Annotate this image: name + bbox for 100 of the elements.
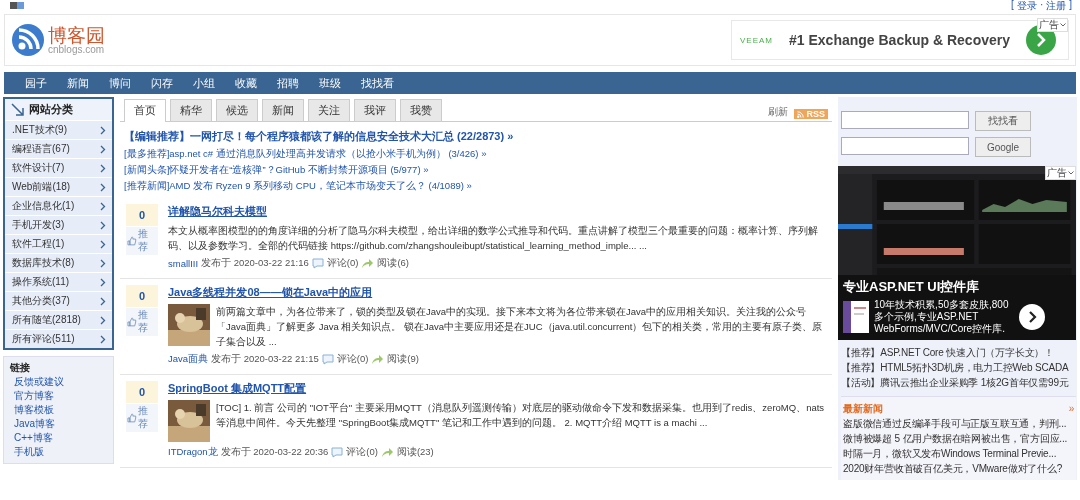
category-item[interactable]: 其他分类(37) [5, 291, 112, 310]
site-domain: cnblogs.com [48, 44, 105, 55]
vote-count: 0 [126, 285, 158, 307]
register-link[interactable]: 注册 [1046, 0, 1067, 13]
nav-link[interactable]: 班级 [310, 75, 350, 91]
thumbs-up-icon [127, 317, 137, 327]
category-item[interactable]: 操作系统(11) [5, 272, 112, 291]
category-item[interactable]: 编程语言(67) [5, 139, 112, 158]
thumbs-up-icon [127, 413, 137, 423]
nav-link[interactable]: 收藏 [226, 75, 266, 91]
author-link[interactable]: ITDragon龙 [168, 446, 218, 459]
comments-link[interactable]: 评论(0) [326, 257, 359, 270]
category-item[interactable]: 软件工程(1) [5, 234, 112, 253]
ad-headline: #1 Exchange Backup & Recovery [789, 32, 1010, 48]
publish-date: 发布于 2020-03-22 20:36 [220, 446, 329, 459]
sidebar-link[interactable]: 手机版 [10, 445, 107, 459]
sidebar-link[interactable]: Java博客 [10, 417, 107, 431]
panel-title: 网站分类 [29, 102, 73, 117]
news-link[interactable]: 盗版微信通过反编译手段可与正版互联互通，判刑... [843, 416, 1074, 431]
bracket: [ [1011, 0, 1014, 12]
category-item[interactable]: Web前端(18) [5, 177, 112, 196]
tab[interactable]: 新闻 [262, 99, 304, 121]
site-name: 博客园 [48, 25, 105, 45]
headline-link[interactable]: [推荐新闻]AMD 发布 Ryzen 9 系列移动 CPU，笔记本市场变天了么？ (4/1089) » [124, 179, 832, 192]
post-summary: 前两篇文章中，为各位带来了，锁的类型及锁在Java中的实现。接下来本文将为各位带来锁在Java中的应用相关知识。关注我的公众号「Java面典」了解更多 Java 相关知识点。 锁在Java中主要应用还是在JUC（java.util.concurrent）包下的相关类，常用的主要有原子类、原子集合以及 ... [216, 305, 824, 349]
nav-link[interactable]: 博问 [100, 75, 140, 91]
arrow-icon [11, 102, 25, 117]
caret-icon [1068, 171, 1074, 175]
post-summary: [TOC] 1. 前言 公司的 "IOT平台" 主要采用MQTT（消息队列遥测传输）对底层的驱动做命令下发和数据采集。也用到了redis、zeroMQ、nats等消息中间件。今天先整理 "SpringBoot集成MQTT" 笔记和工作中遇到的问题。 2. MQTT介绍 MQTT is a machi ... [216, 401, 826, 430]
separator: · [1039, 0, 1044, 12]
ad-tag[interactable]: 广告 [1037, 18, 1068, 32]
tab[interactable]: 我赞 [400, 99, 442, 121]
category-item[interactable]: 所有随笔(2818) [5, 310, 112, 329]
promo-link[interactable]: 【推荐】ASP.NET Core 快速入门（万字长文）！ [841, 346, 1076, 360]
thumbs-up-icon [127, 236, 137, 246]
sidebar-link[interactable]: 反馈或建议 [10, 375, 107, 389]
category-item[interactable]: 数据库技术(8) [5, 253, 112, 272]
search-field[interactable] [841, 137, 969, 155]
comment-icon [321, 354, 334, 365]
category-item[interactable]: 所有评论(511) [5, 329, 112, 348]
comment-icon [311, 258, 324, 269]
news-link[interactable]: 微博被爆超 5 亿用户数据在暗网被出售，官方回应... [843, 431, 1074, 446]
tab[interactable]: 首页 [124, 99, 166, 122]
sidebar-link[interactable]: 官方博客 [10, 389, 107, 403]
post-summary: 本文从概率图模型的的角度详细的分析了隐马尔科夫模型，给出详细的数学公式推导和代码。重点讲解了模型三个最重要的问题：概率计算、序列解码、以及参数学习。全部的代码链接 https://github.com/zhangshouleibupt/statistical_learning_method_imple... ... [168, 224, 819, 253]
panel-title: 链接 [10, 361, 31, 375]
share-arrow-icon [371, 354, 385, 365]
tab[interactable]: 我评 [354, 99, 396, 121]
comment-icon [331, 447, 344, 458]
reads-link[interactable]: 阅读(6) [377, 257, 409, 270]
search-field[interactable] [841, 111, 969, 129]
reads-link[interactable]: 阅读(23) [396, 446, 434, 459]
post-title[interactable]: 详解隐马尔科夫模型 [168, 204, 826, 219]
publish-date: 发布于 2020-03-22 21:16 [201, 257, 309, 270]
author-link[interactable]: Java面典 [168, 353, 209, 366]
category-item[interactable]: 手机开发(3) [5, 215, 112, 234]
vote-count: 0 [126, 381, 158, 403]
ad-tag[interactable]: 广告 [1045, 166, 1076, 180]
comments-link[interactable]: 评论(0) [336, 353, 369, 366]
ad-text: 10年技术积累,50多套皮肤,800多个示例,专业ASP.NET WebForms/MVC/Core控件库. [874, 299, 1010, 335]
panel-title: 最新新闻 [843, 402, 883, 416]
comments-link[interactable]: 评论(0) [346, 446, 378, 459]
news-link[interactable]: 时隔一月，微软又发布Windows Terminal Previe... [843, 446, 1074, 461]
headline-link[interactable]: 【编辑推荐】一网打尽！每个程序猿都该了解的信息安全技术大汇总 (22/2873) » [124, 128, 832, 144]
publish-date: 发布于 2020-03-22 21:15 [211, 353, 319, 366]
category-item[interactable]: 软件设计(7) [5, 158, 112, 177]
chevron-right-icon[interactable] [1019, 304, 1045, 330]
nav-link[interactable]: 小组 [184, 75, 224, 91]
search-button[interactable]: Google [975, 137, 1031, 157]
post-title[interactable]: SpringBoot 集成MQTT配置 [168, 381, 826, 396]
headline-link[interactable]: [最多推荐]asp.net c# 通过消息队列处理高并发请求（以抢小米手机为例） (3/426) » [124, 147, 832, 160]
share-arrow-icon [361, 258, 375, 269]
post-title[interactable]: Java多线程并发08——锁在Java中的应用 [168, 285, 826, 300]
sidebar-link[interactable]: C++博客 [10, 431, 107, 445]
ad-title: 专业ASP.NET UI控件库 [843, 279, 980, 294]
tab[interactable]: 候选 [216, 99, 258, 121]
nav-link[interactable]: 新闻 [58, 75, 98, 91]
tab[interactable]: 精华 [170, 99, 212, 121]
nav-link[interactable]: 闪存 [142, 75, 182, 91]
author-link[interactable]: smallIII [168, 258, 199, 269]
nav-link[interactable]: 招聘 [268, 75, 308, 91]
ad-brand: VEEAM [740, 35, 773, 45]
nav-link[interactable]: 园子 [16, 75, 56, 91]
sidebar-link[interactable]: 博客模板 [10, 403, 107, 417]
nav-link[interactable]: 找找看 [352, 75, 403, 91]
ad-banner[interactable]: VEEAM #1 Exchange Backup & Recovery 广告 [731, 20, 1069, 60]
headline-link[interactable]: [新闻头条]怀疑开发者在“造核弹”？GitHub 不断封禁开源项目 (5/977) » [124, 163, 832, 176]
login-link[interactable]: 登录 [1016, 0, 1037, 13]
category-item[interactable]: .NET技术(9) [5, 120, 112, 139]
refresh-link[interactable]: 刷新 [768, 105, 789, 119]
bracket: ] [1069, 0, 1072, 12]
promo-link[interactable]: 【活动】腾讯云推出企业采购季 1核2G首年仅需99元 [841, 376, 1076, 390]
share-arrow-icon [380, 447, 394, 458]
reads-link[interactable]: 阅读(9) [387, 353, 419, 366]
tab[interactable]: 关注 [308, 99, 350, 121]
rss-icon [797, 110, 805, 118]
news-link[interactable]: 2020财年营收首破百亿美元，VMware做对了什么? [843, 461, 1074, 476]
promo-link[interactable]: 【推荐】HTML5拓扑3D机房，电力工控Web SCADA [841, 361, 1076, 375]
category-item[interactable]: 企业信息化(1) [5, 196, 112, 215]
search-button[interactable]: 找找看 [975, 111, 1031, 131]
